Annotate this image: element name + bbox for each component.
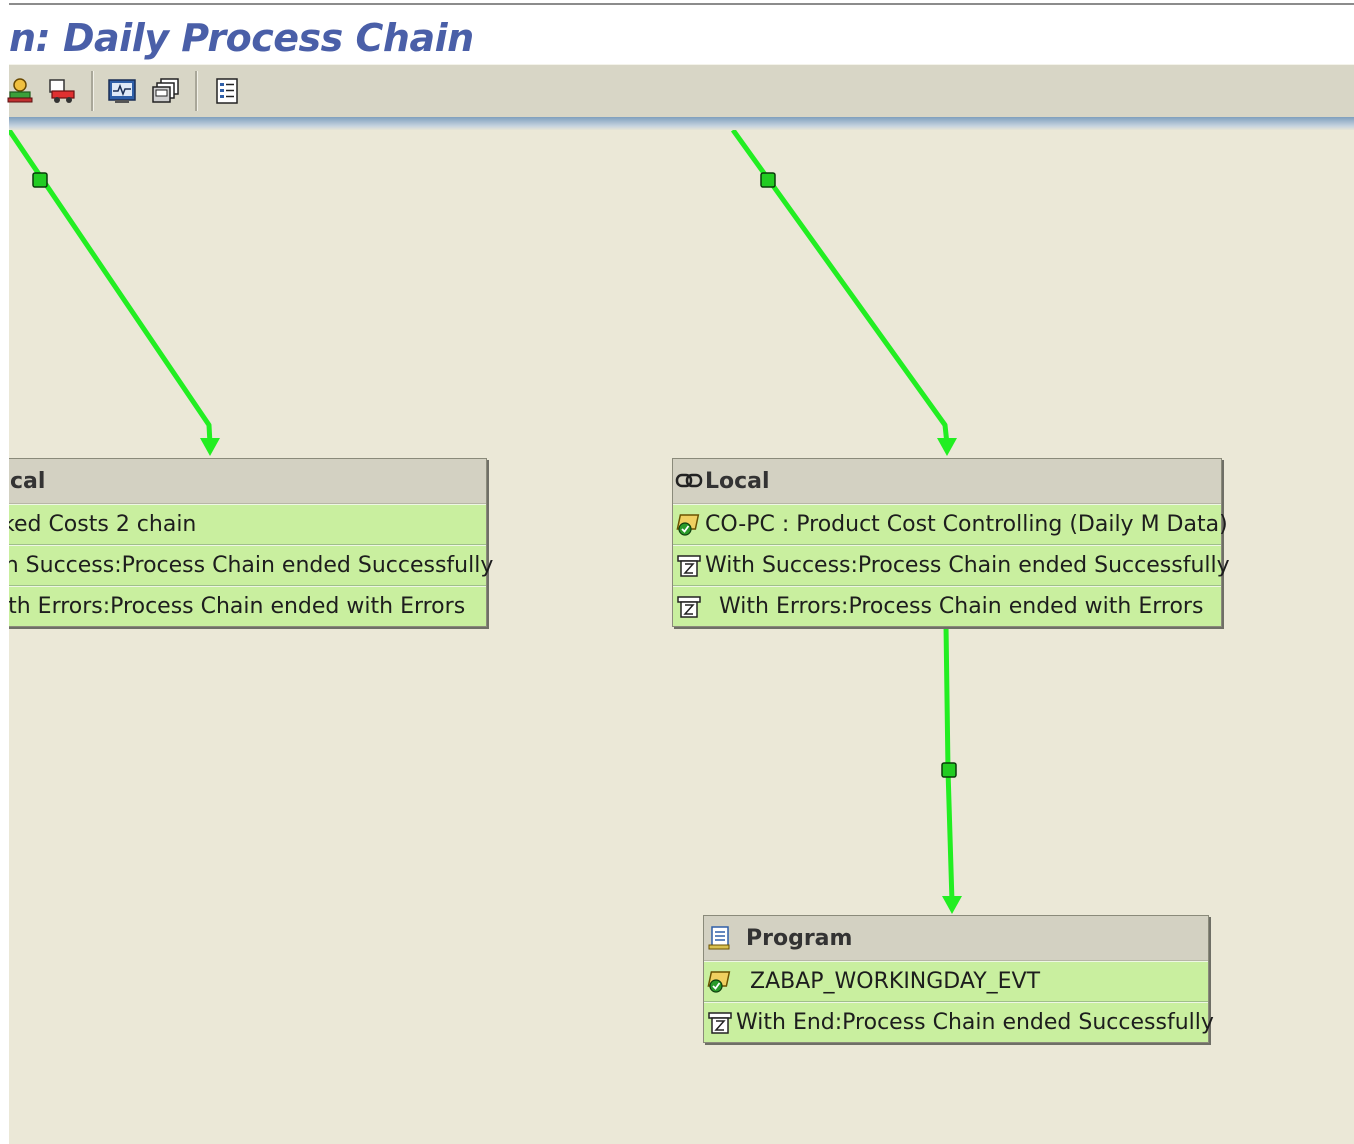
window-title: n: Daily Process Chain — [9, 16, 474, 60]
list-button[interactable] — [210, 73, 244, 109]
transport-button[interactable] — [45, 73, 79, 109]
node-row-variant[interactable]: ZABAP_WORKINGDAY_EVT — [704, 961, 1208, 1002]
node-row-success[interactable]: With Success:Process Chain ended Success… — [673, 545, 1230, 586]
event-icon — [673, 593, 705, 621]
node-row-text: ked Costs 2 chain — [9, 512, 197, 537]
node-row-text: ZABAP_WORKINGDAY_EVT — [750, 969, 1041, 994]
process-node-left[interactable]: cal ked Costs 2 chain ith Success:Proces… — [9, 458, 493, 627]
connector-handle-program — [941, 762, 957, 778]
process-chain-canvas[interactable]: cal ked Costs 2 chain ith Success:Proces… — [9, 130, 1354, 1144]
program-doc-icon — [704, 924, 736, 952]
person-icon — [7, 78, 33, 103]
node-row-variant[interactable]: CO-PC : Product Cost Controlling (Daily … — [673, 504, 1228, 545]
node-type-label: cal — [10, 468, 46, 494]
variant-icon — [704, 968, 736, 996]
connector-handle-left — [32, 172, 48, 188]
node-type-label: Program — [746, 925, 853, 951]
process-node-local[interactable]: Local CO-PC : Product Cost Controlling (… — [672, 458, 1230, 627]
arrowhead-right — [937, 438, 957, 456]
connector-handle-right — [760, 172, 776, 188]
toolbar-separator — [91, 71, 94, 111]
node-row-success[interactable]: ith Success:Process Chain ended Successf… — [9, 545, 493, 586]
node-row-errors[interactable]: With Errors:Process Chain ended with Err… — [673, 586, 1221, 626]
title-bar: n: Daily Process Chain — [9, 6, 1354, 64]
windows-copy-icon — [152, 78, 179, 103]
node-header: Local — [673, 459, 1221, 504]
node-row-text: With End:Process Chain ended Successfull… — [736, 1010, 1214, 1035]
toolbar-divider — [9, 117, 1354, 130]
node-header: cal — [9, 459, 486, 504]
list-icon — [216, 78, 238, 104]
node-row-errors[interactable]: ith Errors:Process Chain ended with Erro… — [9, 586, 486, 626]
node-row-text: ith Errors:Process Chain ended with Erro… — [9, 594, 466, 619]
monitor-icon — [108, 79, 136, 103]
windows-button[interactable] — [149, 73, 183, 109]
arrowhead-left — [200, 438, 220, 456]
truck-icon — [49, 79, 75, 103]
event-icon — [673, 552, 705, 580]
process-node-program[interactable]: Program ZABAP_WORKINGDAY_EVT With End:Pr… — [703, 915, 1214, 1043]
application-toolbar — [7, 64, 1354, 118]
node-row-text: ith Success:Process Chain ended Successf… — [9, 553, 494, 578]
event-icon — [704, 1009, 736, 1037]
node-row-end[interactable]: With End:Process Chain ended Successfull… — [704, 1002, 1214, 1042]
arrowhead-program — [942, 896, 962, 914]
node-header: Program — [704, 916, 1208, 961]
node-row-text: With Errors:Process Chain ended with Err… — [719, 594, 1204, 619]
node-row-text: CO-PC : Product Cost Controlling (Daily … — [705, 512, 1228, 537]
node-type-label: Local — [705, 468, 770, 494]
person-button[interactable] — [3, 73, 37, 109]
variant-icon — [673, 511, 705, 539]
monitor-button[interactable] — [105, 73, 139, 109]
node-row-chain[interactable]: ked Costs 2 chain — [9, 504, 486, 545]
node-row-text: With Success:Process Chain ended Success… — [705, 553, 1230, 578]
toolbar-separator — [195, 71, 198, 111]
window-edge — [0, 0, 9, 1144]
link-icon — [673, 467, 705, 495]
